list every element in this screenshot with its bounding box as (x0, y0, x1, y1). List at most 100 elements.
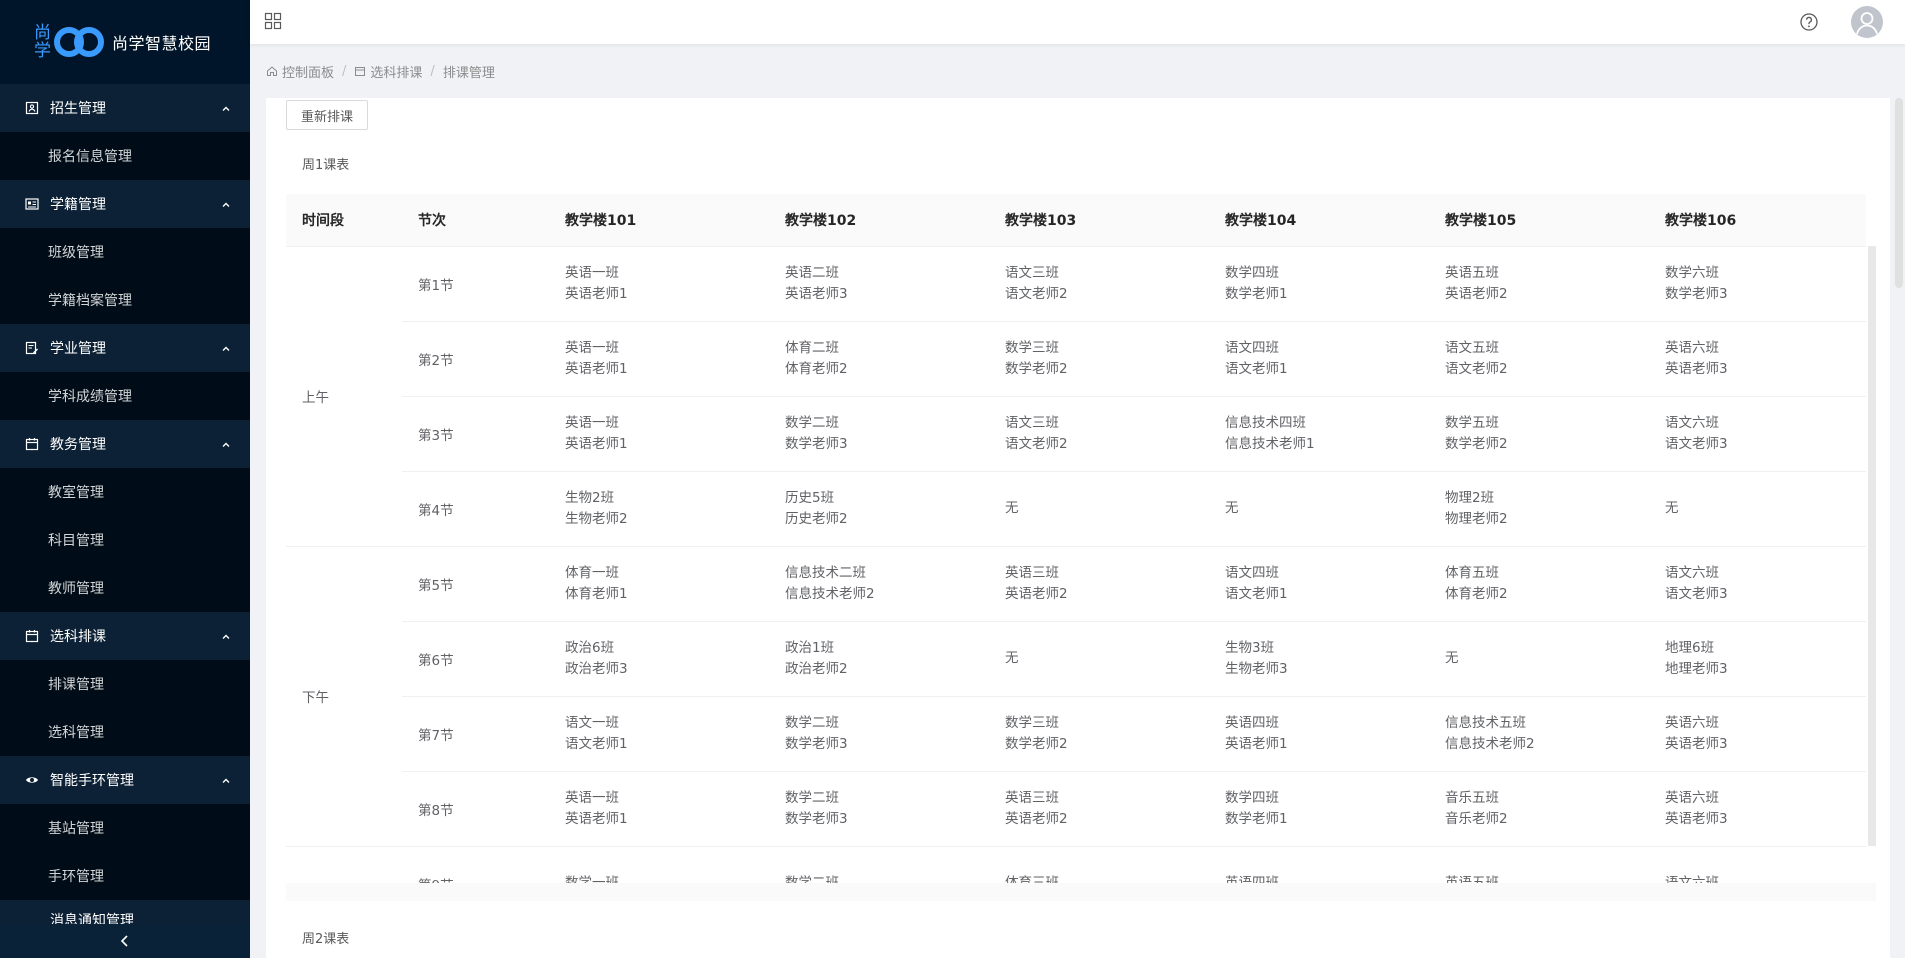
schedule-cell: 英语五班 英语老师2 (1429, 246, 1649, 322)
class-name: 数学三班 (1005, 714, 1059, 731)
class-name: 语文五班 (1445, 339, 1499, 356)
class-name: 地理6班 (1665, 639, 1715, 656)
teacher-name: 英语老师2 (1005, 585, 1068, 602)
sidebar-item[interactable]: 基站管理 (0, 804, 250, 852)
teacher-name: 英语老师1 (565, 435, 628, 452)
page-scrollbar[interactable] (1895, 98, 1903, 288)
breadcrumb-label: 选科排课 (370, 65, 423, 81)
teacher-name: 语文老师1 (1225, 360, 1288, 377)
teacher-name: 数学老师3 (785, 810, 848, 827)
table-body: 上午 第1节 英语一班 英语老师1 英语二班 英语老师3 语文三班 语文老师2 数学四班 数学老师… (286, 246, 1866, 901)
collapse-sidebar-button[interactable] (0, 924, 250, 958)
schedule-cell: 信息技术四班 信息技术老师1 (1209, 396, 1429, 472)
column-header: 教学楼101 (549, 194, 769, 247)
table-row: 第4节 生物2班 生物老师2 历史5班 历史老师2 无无物理2班 物理老师2 无 (286, 471, 1866, 547)
schedule-cell: 语文六班 语文老师3 (1649, 546, 1866, 622)
section-cell: 第2节 (402, 321, 549, 397)
table-row: 第2节 英语一班 英语老师1 体育二班 体育老师2 数学三班 数学老师2 语文四班 语文老师1 语… (286, 321, 1866, 397)
app-title: 尚学智慧校园 (112, 34, 212, 53)
sidebar-item-label: 学籍档案管理 (48, 293, 132, 309)
sidebar-group-1[interactable]: 学籍管理 (0, 180, 250, 228)
sidebar-group-label: 学业管理 (50, 341, 106, 357)
teacher-name: 语文老师2 (1005, 285, 1068, 302)
class-name: 生物2班 (565, 489, 615, 506)
table-row: 上午 第1节 英语一班 英语老师1 英语二班 英语老师3 语文三班 语文老师2 数学四班 数学老师… (286, 246, 1866, 547)
schedule-cell: 体育二班 体育老师2 (769, 321, 989, 397)
teacher-name: 体育老师2 (1445, 585, 1508, 602)
section-cell: 第3节 (402, 396, 549, 472)
logo-char-2: 学 (34, 41, 51, 61)
schedule-cell: 英语四班 英语老师1 (1209, 696, 1429, 772)
sidebar-item[interactable]: 排课管理 (0, 660, 250, 708)
section-cell: 第7节 (402, 696, 549, 772)
sidebar-group-4[interactable]: 选科排课 (0, 612, 250, 660)
sidebar-item-label: 学科成绩管理 (48, 389, 132, 405)
sidebar-group-0[interactable]: 招生管理 (0, 84, 250, 132)
schedule-cell: 体育一班 体育老师1 (549, 546, 769, 622)
sidebar-item[interactable]: 学科成绩管理 (0, 372, 250, 420)
class-name: 政治6班 (565, 639, 615, 656)
top-header (250, 0, 1905, 44)
class-name: 英语六班 (1665, 714, 1719, 731)
teacher-name: 英语老师3 (1665, 360, 1728, 377)
sidebar-item[interactable]: 手环管理 (0, 852, 250, 900)
sidebar-group-5[interactable]: 智能手环管理 (0, 756, 250, 804)
sidebar-item[interactable]: 教室管理 (0, 468, 250, 516)
sidebar-group-2[interactable]: 学业管理 (0, 324, 250, 372)
class-name: 信息技术五班 (1445, 714, 1526, 731)
user-avatar-icon[interactable] (1851, 6, 1883, 38)
sidebar-item[interactable]: 教师管理 (0, 564, 250, 612)
sidebar-item-label: 教室管理 (48, 485, 104, 501)
logo: 尚 学 尚学智慧校园 (0, 0, 250, 84)
teacher-name: 语文老师2 (1445, 360, 1508, 377)
class-name: 数学五班 (1445, 414, 1499, 431)
table-scrollbar[interactable] (1868, 246, 1876, 846)
table-header-row: 时间段 节次 教学楼101 教学楼102 教学楼103 教学楼104 教学楼105 教学楼10… (286, 194, 1866, 247)
main-content: 重新排课 周1课表 时间段 节次 教学楼101 教学楼102 教学楼103 教学楼104 教… (266, 98, 1890, 958)
schedule-cell: 政治6班政治老师3 (549, 621, 769, 697)
reschedule-button[interactable]: 重新排课 (286, 100, 369, 130)
teacher-name: 政治老师3 (565, 660, 628, 677)
teacher-name: 数学老师2 (1005, 360, 1068, 377)
schedule-cell: 英语三班 英语老师2 (989, 546, 1209, 622)
schedule-cell: 语文一班 语文老师1 (549, 696, 769, 772)
schedule-cell: 语文五班语文老师2 (1429, 321, 1649, 397)
breadcrumb-item-course-selection[interactable]: 选科排课 (354, 62, 422, 81)
apps-grid-icon[interactable] (264, 12, 282, 34)
chevron-up-icon (222, 629, 230, 639)
teacher-name: 数学老师3 (785, 435, 848, 452)
column-header: 教学楼106 (1649, 194, 1866, 247)
sidebar-group-label: 智能手环管理 (50, 773, 134, 789)
question-circle-icon[interactable] (1799, 12, 1819, 36)
calendar-icon (24, 436, 40, 452)
sidebar-item[interactable]: 报名信息管理 (0, 132, 250, 180)
teacher-name: 数学老师1 (1225, 810, 1288, 827)
class-name: 数学四班 (1225, 789, 1279, 806)
breadcrumb-item-dashboard[interactable]: 控制面板 (266, 62, 334, 81)
sidebar-item[interactable]: 选科管理 (0, 708, 250, 756)
class-name: 历史5班 (785, 489, 835, 506)
edit-form-icon (24, 340, 40, 356)
breadcrumb-separator: / (430, 63, 435, 79)
class-name: 数学二班 (785, 414, 839, 431)
sidebar-group-label: 招生管理 (50, 101, 106, 117)
schedule-cell: 政治1班 政治老师2 (769, 621, 989, 697)
column-header: 教学楼102 (769, 194, 989, 247)
sidebar-item[interactable]: 班级管理 (0, 228, 250, 276)
class-name: 信息技术二班 (785, 564, 866, 581)
column-header: 教学楼105 (1429, 194, 1649, 247)
class-name: 英语一班 (565, 414, 619, 431)
schedule-cell: 英语六班 英语老师3 (1649, 696, 1866, 772)
sidebar-item[interactable]: 学籍档案管理 (0, 276, 250, 324)
class-name: 数学二班 (785, 714, 839, 731)
schedule-cell: 无 (989, 621, 1209, 697)
sidebar-item[interactable]: 科目管理 (0, 516, 250, 564)
breadcrumb-label: 控制面板 (282, 65, 335, 81)
sidebar-group-3[interactable]: 教务管理 (0, 420, 250, 468)
schedule-cell: 英语三班 英语老师2 (989, 771, 1209, 847)
class-name: 英语一班 (565, 789, 619, 806)
breadcrumb-separator: / (342, 63, 347, 79)
teacher-name: 体育老师2 (785, 360, 848, 377)
period-cell: 上午 (286, 246, 402, 547)
schedule-cell: 数学五班 数学老师2 (1429, 396, 1649, 472)
